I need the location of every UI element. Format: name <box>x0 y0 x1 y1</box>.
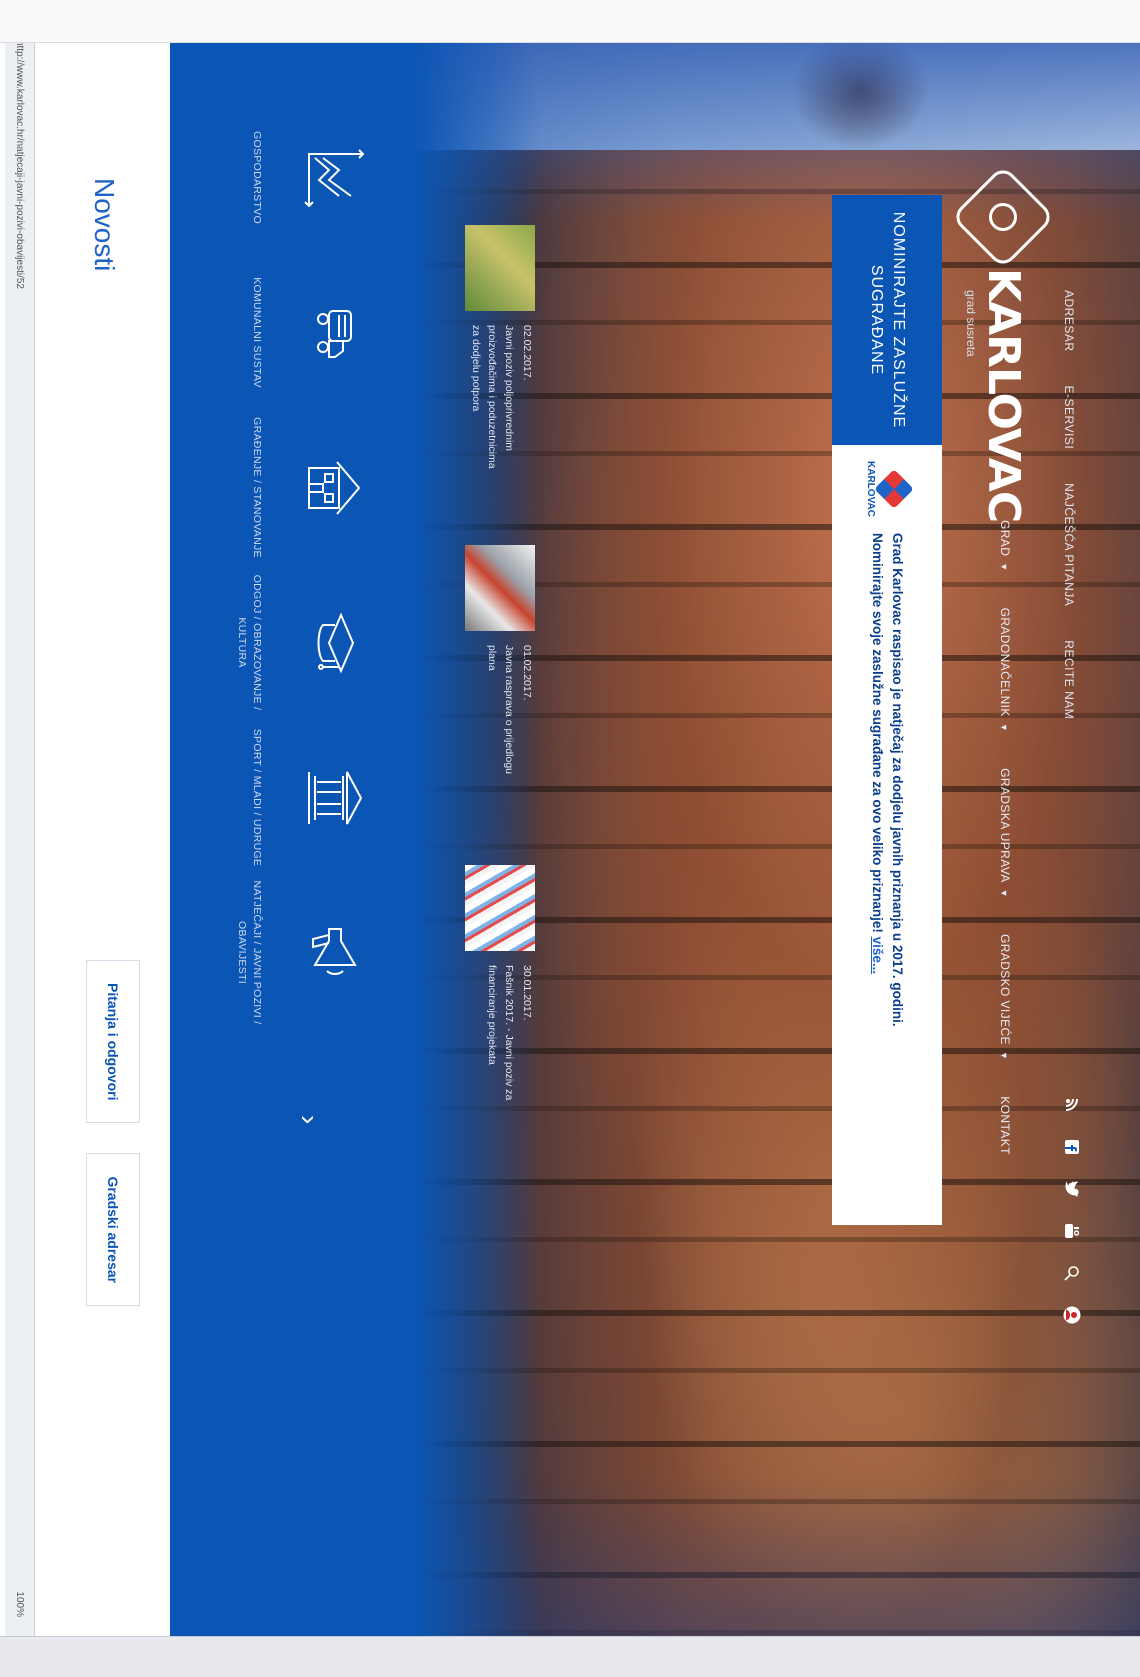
faq-button[interactable]: Pitanja i odgovori <box>86 960 140 1124</box>
news-date: 01.02.2017. <box>521 645 533 701</box>
promo-banner[interactable]: NOMINIRAJTE ZASLUŽNE SUGRAĐANE KARLOVAC … <box>832 195 942 1225</box>
category-komunalni-sustav[interactable]: KOMUNALNI SUSTAV <box>235 255 370 410</box>
chevron-down-icon: ▼ <box>999 722 1009 733</box>
news-list: 02.02.2017. Javni poziv poljoprivrednim … <box>465 225 535 1115</box>
news-item[interactable]: 02.02.2017. Javni poziv poljoprivrednim … <box>465 225 535 475</box>
user-icon[interactable] <box>1062 1305 1082 1325</box>
browser-left-border <box>0 0 1140 43</box>
facebook-icon[interactable] <box>1062 1137 1082 1157</box>
logo-mark-icon <box>950 164 1056 270</box>
chevron-down-icon: ▼ <box>999 888 1009 898</box>
category-nav: GOSPODARSTVO KOMUNALNI SUSTAV GRAĐENJE /… <box>235 100 370 1030</box>
nav-gradonacelnik[interactable]: GRADONAČELNIK▼ <box>998 608 1012 733</box>
chevron-right-icon[interactable]: › <box>293 1115 325 1124</box>
directory-button[interactable]: Gradski adresar <box>86 1153 140 1307</box>
news-date: 30.01.2017. <box>521 965 533 1021</box>
browser-scrollbar[interactable] <box>0 1636 1140 1677</box>
nav-gradsko-vijece[interactable]: GRADSKO VIJEĆE▼ <box>998 934 1012 1060</box>
youtube-icon[interactable] <box>1062 1221 1082 1241</box>
logo-title: KARLOVAC <box>978 268 1029 523</box>
category-gradenje[interactable]: GRAĐENJE / STANOVANJE <box>235 410 370 565</box>
nav-adresar[interactable]: ADRESAR <box>1062 290 1076 352</box>
nav-grad[interactable]: GRAD▼ <box>998 520 1012 572</box>
category-sport[interactable]: SPORT / MLADI / UDRUGE <box>235 720 370 875</box>
news-thumbnail <box>465 225 535 311</box>
social-icons <box>1062 1095 1082 1325</box>
news-title: Javna rasprava o prijedlogu plana <box>486 645 515 774</box>
status-url: http://www.karlovac.hr/natjecaji-javni-p… <box>14 40 25 289</box>
chevron-down-icon: ▼ <box>999 562 1009 572</box>
section-title-news: Novosti <box>89 178 120 272</box>
banner-more-link[interactable]: više... <box>870 937 885 975</box>
nav-recite-nam[interactable]: RECITE NAM <box>1062 640 1076 719</box>
category-odgoj[interactable]: ODGOJ / OBRAZOVANJE / KULTURA <box>235 565 370 720</box>
news-item[interactable]: 30.01.2017. Fašnik 2017. - Javni poziv z… <box>465 865 535 1115</box>
megaphone-icon <box>300 918 370 988</box>
main-nav: GRAD▼ GRADONAČELNIK▼ GRADSKA UPRAVA▼ GRA… <box>998 520 1012 1155</box>
institution-icon <box>300 763 370 833</box>
utility-nav: ADRESAR E-SERVISI NAJČEŠĆA PITANJA RECIT… <box>1058 290 1080 719</box>
truck-icon <box>300 298 370 368</box>
quick-links: Pitanja i odgovori Gradski adresar <box>86 960 140 1307</box>
news-item[interactable]: 01.02.2017. Javna rasprava o prijedlogu … <box>465 545 535 795</box>
banner-logo: KARLOVAC <box>866 461 915 517</box>
nav-faq[interactable]: NAJČEŠĆA PITANJA <box>1062 483 1076 606</box>
nav-gradska-uprava[interactable]: GRADSKA UPRAVA▼ <box>998 768 1012 898</box>
nav-kontakt[interactable]: KONTAKT <box>998 1096 1012 1155</box>
category-gospodarstvo[interactable]: GOSPODARSTVO <box>235 100 370 255</box>
nav-e-servisi[interactable]: E-SERVISI <box>1062 386 1076 450</box>
banner-body: KARLOVAC Grad Karlovac raspisao je natje… <box>832 445 942 1225</box>
banner-heading: NOMINIRAJTE ZASLUŽNE SUGRAĐANE <box>832 195 942 445</box>
browser-status-bar: http://www.karlovac.hr/natjecaji-javni-p… <box>5 0 35 1677</box>
news-date: 02.02.2017. <box>521 325 533 381</box>
karlovac-emblem-icon <box>874 469 915 509</box>
news-thumbnail <box>465 545 535 631</box>
news-title: Fašnik 2017. - Javni poziv za financiran… <box>486 965 515 1101</box>
logo-subtitle: grad susreta <box>964 290 978 357</box>
category-natjecaji[interactable]: NATJEČAJI / JAVNI POZIVI / OBAVIJESTI <box>235 875 370 1030</box>
chevron-down-icon: ▼ <box>999 1050 1009 1061</box>
browser-page: ADRESAR E-SERVISI NAJČEŠĆA PITANJA RECIT… <box>0 0 1140 1677</box>
twitter-icon[interactable] <box>1062 1179 1082 1199</box>
graduation-cap-icon <box>300 608 370 678</box>
rss-icon[interactable] <box>1062 1095 1082 1115</box>
search-icon[interactable] <box>1062 1263 1082 1283</box>
news-title: Javni poziv poljoprivrednim proizvođačim… <box>470 325 515 469</box>
news-thumbnail <box>465 865 535 951</box>
banner-text: Grad Karlovac raspisao je natječaj za do… <box>870 533 906 1027</box>
chart-icon <box>300 143 370 213</box>
zoom-level[interactable]: 100% <box>14 1591 25 1617</box>
building-icon <box>300 453 370 523</box>
